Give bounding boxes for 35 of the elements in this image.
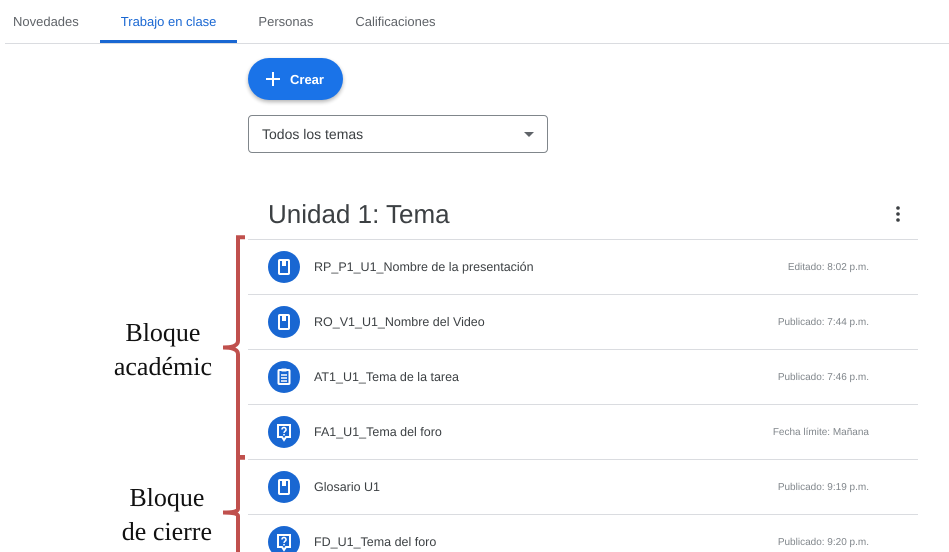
bookmark-icon	[268, 471, 300, 503]
list-item[interactable]: FD_U1_Tema del foro Publicado: 9:20 p.m.	[248, 515, 918, 552]
annotation-label: Bloque académic	[114, 317, 212, 383]
plus-icon	[264, 70, 282, 88]
item-title: RO_V1_U1_Nombre del Video	[314, 315, 486, 329]
annotation-label: Bloque de cierre	[122, 482, 212, 548]
list-item[interactable]: RO_V1_U1_Nombre del Video Publicado: 7:44 p.m.	[248, 295, 918, 350]
item-title: AT1_U1_Tema de la tarea	[314, 370, 460, 384]
caret-icon	[524, 132, 534, 136]
item-date: Publicado: 7:46 p.m.	[778, 372, 869, 382]
item-title: RP_P1_U1_Nombre de la presentación	[314, 260, 535, 274]
item-title: FA1_U1_Tema del foro	[314, 425, 443, 439]
create-button[interactable]: Crear	[248, 58, 343, 100]
list-item[interactable]: AT1_U1_Tema de la tarea Publicado: 7:46 p.m.	[248, 350, 918, 405]
list-item[interactable]: FA1_U1_Tema del foro Fecha límite: Mañana	[248, 405, 918, 460]
topic-dropdown[interactable]: Todos los temas	[248, 115, 548, 153]
more-icon[interactable]	[896, 206, 900, 222]
tab[interactable]: Novedades	[5, 0, 100, 43]
bookmark-icon	[268, 251, 300, 283]
bookmark-icon	[268, 306, 300, 338]
clipboard-icon	[268, 361, 300, 393]
section-title: Unidad 1: Tema	[268, 198, 450, 230]
list-item[interactable]: Glosario U1 Publicado: 9:19 p.m.	[248, 460, 918, 515]
item-date: Publicado: 9:20 p.m.	[778, 536, 869, 548]
item-date: Fecha límite: Mañana	[772, 426, 869, 438]
tab[interactable]: Trabajo en clase	[100, 0, 238, 43]
item-title: FD_U1_Tema del foro	[314, 535, 438, 549]
list-item[interactable]: RP_P1_U1_Nombre de la presentación Editado: 8:02 p.m.	[248, 240, 918, 295]
item-date: Publicado: 9:19 p.m.	[778, 482, 869, 492]
tab[interactable]: Personas	[237, 0, 334, 43]
question-icon	[268, 416, 300, 448]
tab[interactable]: Calificaciones	[334, 0, 444, 43]
item-date: Editado: 8:02 p.m.	[788, 262, 869, 272]
item-date: Publicado: 7:44 p.m.	[778, 316, 869, 328]
item-title: Glosario U1	[314, 480, 381, 494]
